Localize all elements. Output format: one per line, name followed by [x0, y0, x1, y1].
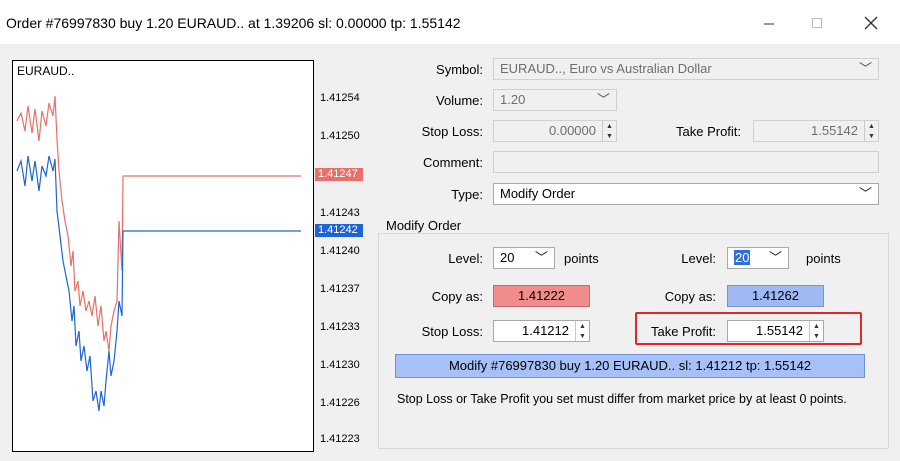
volume-label: Volume:: [436, 93, 483, 108]
copy-as-stop-button[interactable]: 1.41222: [493, 285, 590, 307]
price-axis: 1.41254 1.41250 1.41247 1.41243 1.41242 …: [314, 60, 368, 452]
close-icon: [864, 16, 878, 30]
right-copy-as-label: Copy as:: [664, 289, 716, 304]
right-level-value: 20: [734, 250, 751, 265]
close-button[interactable]: [856, 10, 886, 36]
maximize-button[interactable]: [802, 10, 832, 36]
stop-loss-field[interactable]: 0.00000 ▲ ▼: [493, 120, 617, 142]
type-label: Type:: [451, 187, 483, 202]
chevron-down-icon: ﹀: [858, 61, 872, 76]
axis-tick: 1.41240: [320, 245, 360, 257]
take-profit-field[interactable]: 1.55142 ▲ ▼: [753, 120, 879, 142]
symbol-value: EURAUD.., Euro vs Australian Dollar: [500, 61, 712, 76]
volume-select[interactable]: 1.20 ﹀: [493, 89, 617, 111]
symbol-select[interactable]: EURAUD.., Euro vs Australian Dollar ﹀: [493, 58, 879, 80]
axis-tick: 1.41223: [320, 433, 360, 445]
copy-as-profit-button[interactable]: 1.41262: [727, 285, 824, 307]
modify-order-title: Modify Order: [383, 218, 465, 233]
maximize-icon: [812, 18, 822, 28]
modify-stop-loss-spinner[interactable]: ▲ ▼: [575, 321, 589, 341]
axis-tick: 1.41226: [320, 397, 360, 409]
modify-take-profit-field[interactable]: 1.55142 ▲ ▼: [727, 320, 824, 342]
right-points-label: points: [806, 251, 841, 266]
validation-note: Stop Loss or Take Profit you set must di…: [397, 392, 847, 406]
left-points-label: points: [564, 251, 599, 266]
right-level-select[interactable]: 20 ﹀: [727, 247, 789, 269]
left-level-select[interactable]: 20 ﹀: [493, 247, 555, 269]
modify-take-profit-value: 1.55142: [756, 323, 803, 338]
volume-value: 1.20: [500, 92, 526, 107]
symbol-label: Symbol:: [436, 62, 483, 77]
stop-loss-label: Stop Loss:: [421, 124, 483, 139]
left-copy-as-label: Copy as:: [431, 289, 483, 304]
comment-label: Comment:: [423, 155, 483, 170]
left-level-label: Level:: [448, 251, 483, 266]
price-chart: EURAUD..: [12, 60, 314, 452]
axis-tick: 1.41254: [320, 92, 360, 104]
chevron-down-icon: ﹀: [534, 250, 548, 265]
bid-price-tag: 1.41242: [315, 224, 363, 237]
take-profit-spinner[interactable]: ▲ ▼: [864, 121, 878, 141]
chevron-down-icon: ﹀: [858, 186, 872, 201]
window-title: Order #76997830 buy 1.20 EURAUD.. at 1.3…: [6, 15, 461, 31]
title-bar: Order #76997830 buy 1.20 EURAUD.. at 1.3…: [0, 0, 900, 44]
modify-stop-loss-label: Stop Loss:: [421, 324, 483, 339]
minimize-icon: [764, 23, 774, 25]
modify-stop-loss-value: 1.41212: [522, 323, 569, 338]
minimize-button[interactable]: [754, 10, 784, 36]
modify-stop-loss-field[interactable]: 1.41212 ▲ ▼: [493, 320, 590, 342]
modify-order-button[interactable]: Modify #76997830 buy 1.20 EURAUD.. sl: 1…: [395, 354, 865, 378]
stop-loss-spinner[interactable]: ▲ ▼: [602, 121, 616, 141]
stop-loss-value: 0.00000: [549, 123, 596, 138]
axis-tick: 1.41233: [320, 321, 360, 333]
left-level-value: 20: [500, 250, 515, 265]
chevron-down-icon: ﹀: [596, 92, 610, 107]
take-profit-label: Take Profit:: [676, 124, 742, 139]
axis-tick: 1.41237: [320, 283, 360, 295]
type-select[interactable]: Modify Order ﹀: [493, 183, 879, 205]
bid-price-line: [16, 155, 301, 412]
comment-field[interactable]: [493, 151, 879, 173]
chart-lines: [16, 95, 301, 412]
type-value: Modify Order: [500, 186, 576, 201]
right-level-label: Level:: [681, 251, 716, 266]
chevron-down-icon: ﹀: [768, 250, 782, 265]
ask-price-tag: 1.41247: [315, 168, 363, 181]
modify-take-profit-label: Take Profit:: [650, 324, 716, 339]
modify-take-profit-spinner[interactable]: ▲ ▼: [809, 321, 823, 341]
axis-tick: 1.41250: [320, 130, 360, 142]
axis-tick: 1.41230: [320, 359, 360, 371]
take-profit-value: 1.55142: [811, 123, 858, 138]
axis-tick: 1.41243: [320, 207, 360, 219]
ask-price-line: [16, 95, 301, 352]
